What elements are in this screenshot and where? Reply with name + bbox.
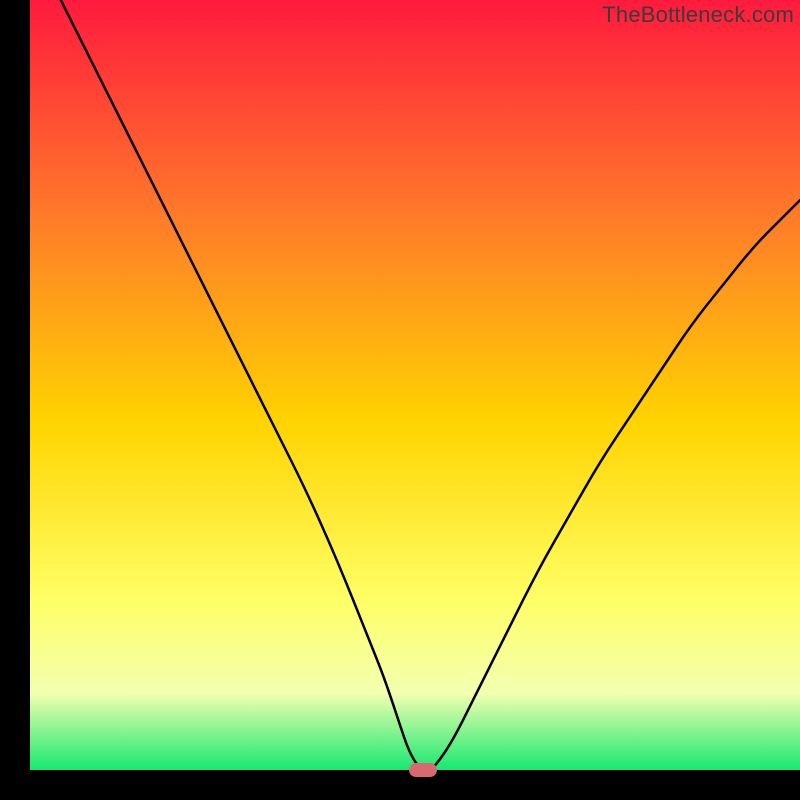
watermark-text: TheBottleneck.com	[602, 2, 794, 28]
chart-area: TheBottleneck.com	[30, 0, 800, 770]
bottleneck-curve	[30, 0, 800, 770]
min-marker	[409, 763, 437, 777]
